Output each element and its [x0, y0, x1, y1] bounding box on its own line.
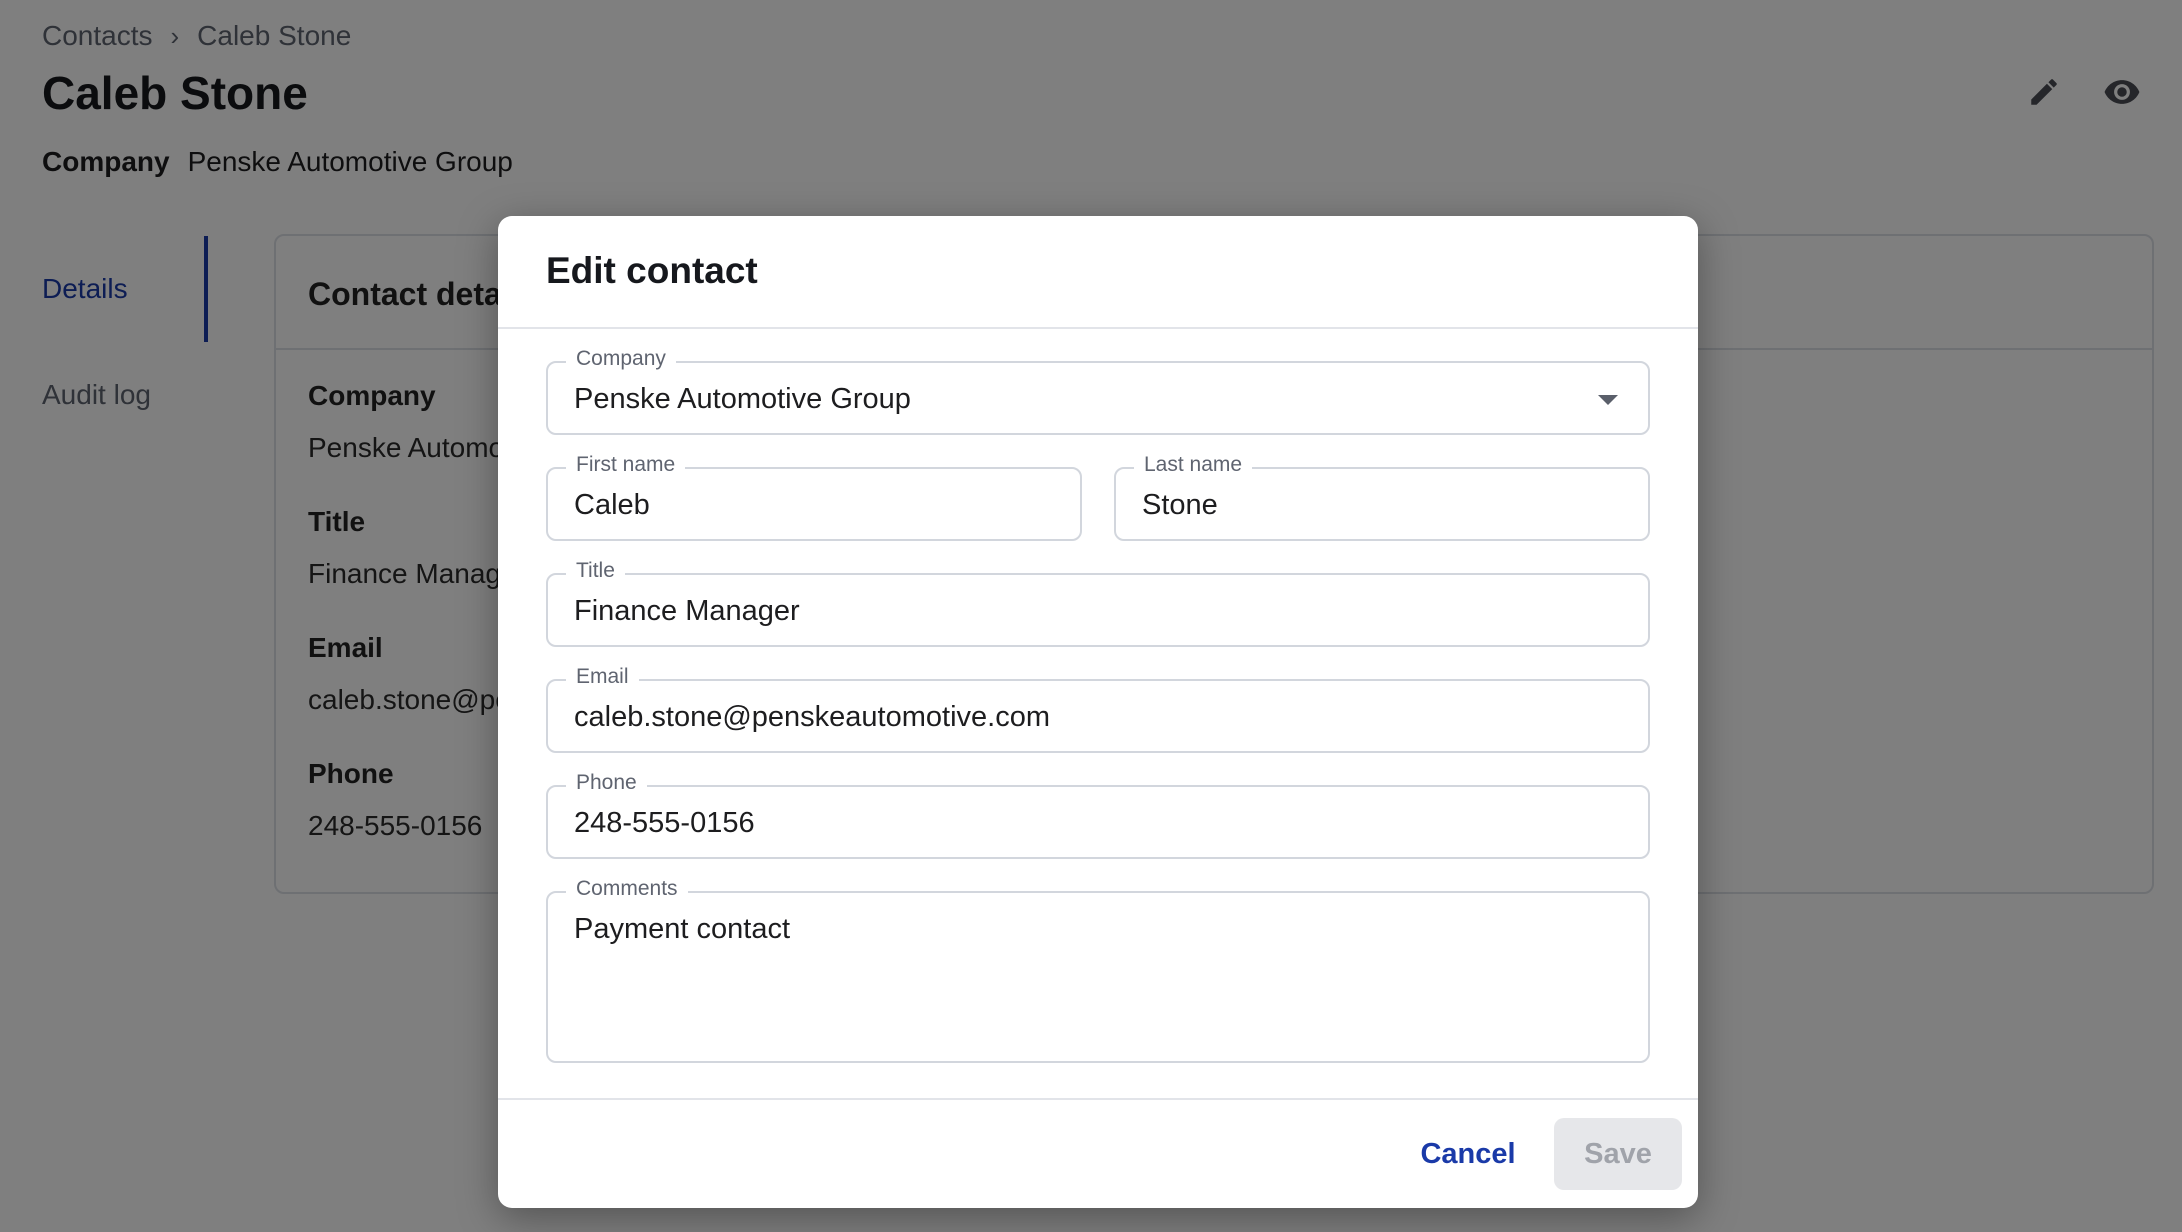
phone-field[interactable]: Phone 248-555-0156: [546, 771, 1650, 859]
comments-textarea[interactable]: Comments Payment contact: [546, 877, 1650, 1063]
dialog-footer: Cancel Save: [498, 1098, 1698, 1208]
last-name-value: Stone: [1142, 489, 1218, 521]
last-name-label: Last name: [1134, 453, 1253, 477]
email-label: Email: [566, 665, 639, 689]
phone-value: 248-555-0156: [574, 807, 755, 839]
company-select-value: Penske Automotive Group: [574, 383, 911, 415]
comments-value: Payment contact: [574, 913, 790, 945]
company-select-label: Company: [566, 347, 676, 371]
phone-label: Phone: [566, 771, 647, 795]
title-field[interactable]: Title Finance Manager: [546, 559, 1650, 647]
first-name-value: Caleb: [574, 489, 650, 521]
company-select[interactable]: Company Penske Automotive Group: [546, 347, 1650, 435]
first-name-label: First name: [566, 453, 686, 477]
comments-label: Comments: [566, 877, 688, 901]
title-label: Title: [566, 559, 625, 583]
chevron-down-icon[interactable]: [1598, 395, 1618, 405]
email-value: caleb.stone@penskeautomotive.com: [574, 701, 1050, 733]
title-value: Finance Manager: [574, 595, 800, 627]
dialog-header: Edit contact: [498, 216, 1698, 329]
cancel-button[interactable]: Cancel: [1408, 1118, 1528, 1190]
dialog-title: Edit contact: [546, 250, 758, 291]
save-button[interactable]: Save: [1554, 1118, 1682, 1190]
edit-contact-dialog: Edit contact Company Penske Automotive G…: [498, 216, 1698, 1208]
first-name-field[interactable]: First name Caleb: [546, 453, 1082, 541]
email-field[interactable]: Email caleb.stone@penskeautomotive.com: [546, 665, 1650, 753]
last-name-field[interactable]: Last name Stone: [1114, 453, 1650, 541]
